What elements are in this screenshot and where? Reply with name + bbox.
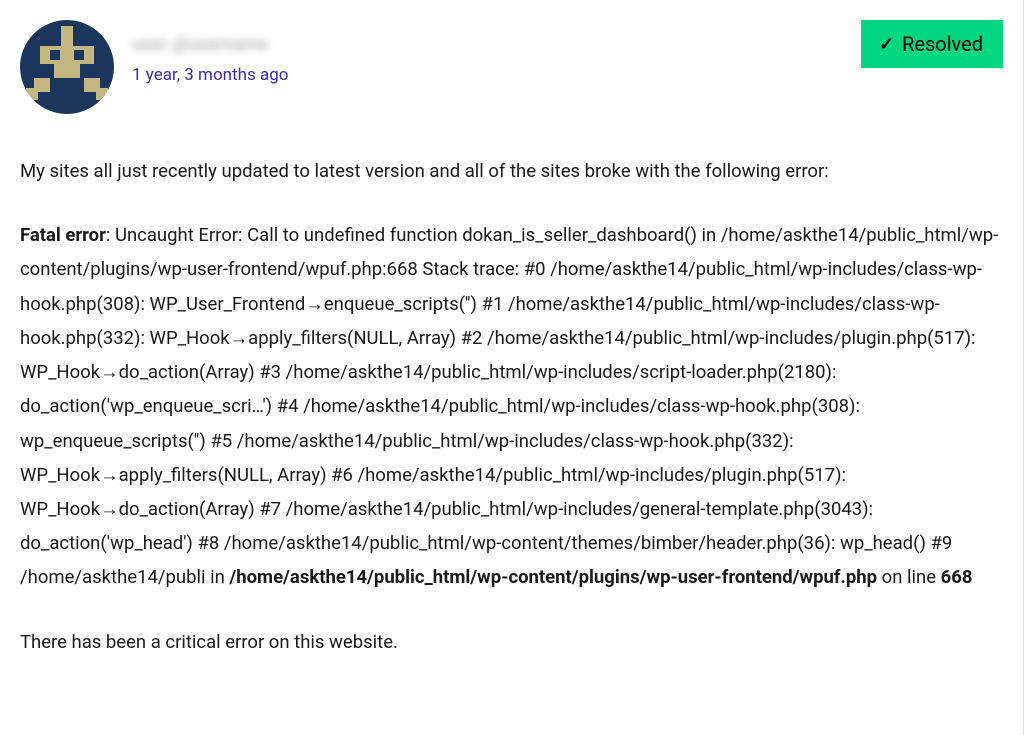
on-line-text: on line [877,566,941,588]
resolved-label: Resolved [902,32,983,56]
post-header: user @username 1 year, 3 months ago ✓ Re… [20,20,1003,114]
error-path: /home/askthe14/public_html/wp-content/pl… [229,566,877,588]
username-link[interactable]: user @username [132,34,288,55]
error-body: : Uncaught Error: Call to undefined func… [20,224,998,588]
user-meta: user @username 1 year, 3 months ago [132,20,288,85]
error-trace: Fatal error: Uncaught Error: Call to und… [20,218,1003,594]
post-body: My sites all just recently updated to la… [20,154,1003,659]
check-icon: ✓ [879,34,894,55]
intro-paragraph: My sites all just recently updated to la… [20,154,1003,188]
fatal-error-label: Fatal error [20,224,106,246]
post-timestamp[interactable]: 1 year, 3 months ago [132,65,288,85]
avatar[interactable] [20,20,114,114]
resolved-badge: ✓ Resolved [861,20,1003,68]
forum-post: user @username 1 year, 3 months ago ✓ Re… [0,0,1024,735]
error-line-number: 668 [941,566,973,588]
critical-error-msg: There has been a critical error on this … [20,625,1003,659]
